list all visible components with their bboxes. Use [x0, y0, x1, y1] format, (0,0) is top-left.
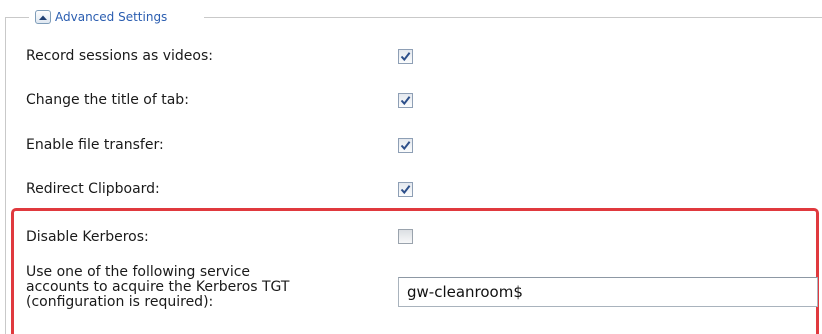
fieldset-border-top-left — [5, 17, 29, 18]
record-sessions-label: Record sessions as videos: — [26, 48, 213, 64]
checkmark-icon — [400, 52, 411, 62]
file-transfer-checkbox[interactable] — [398, 138, 413, 153]
section-legend: Advanced Settings — [33, 8, 170, 26]
file-transfer-label: Enable file transfer: — [26, 137, 164, 153]
chevron-up-icon — [39, 15, 47, 20]
service-accounts-label-line: (configuration is required): — [26, 294, 214, 310]
redirect-clipboard-label: Redirect Clipboard: — [26, 181, 160, 197]
disable-kerberos-checkbox[interactable] — [398, 229, 413, 244]
fieldset-border-top-right — [204, 17, 822, 18]
change-title-checkbox[interactable] — [398, 93, 413, 108]
section-title[interactable]: Advanced Settings — [55, 10, 167, 24]
disable-kerberos-label: Disable Kerberos: — [26, 229, 149, 245]
redirect-clipboard-checkbox[interactable] — [398, 182, 413, 197]
collapse-section-button[interactable] — [35, 10, 51, 24]
checkmark-icon — [400, 96, 411, 106]
service-accounts-label-line: accounts to acquire the Kerberos TGT — [26, 279, 290, 295]
service-accounts-label-line: Use one of the following service — [26, 264, 251, 280]
change-title-label: Change the title of tab: — [26, 92, 189, 108]
advanced-settings-panel: Advanced Settings Record sessions as vid… — [0, 0, 822, 334]
service-accounts-label: Use one of the following service account… — [26, 265, 289, 310]
checkmark-icon — [400, 185, 411, 195]
fieldset-border-left — [5, 17, 6, 334]
service-accounts-input[interactable] — [398, 277, 818, 307]
record-sessions-checkbox[interactable] — [398, 49, 413, 64]
checkmark-icon — [400, 141, 411, 151]
